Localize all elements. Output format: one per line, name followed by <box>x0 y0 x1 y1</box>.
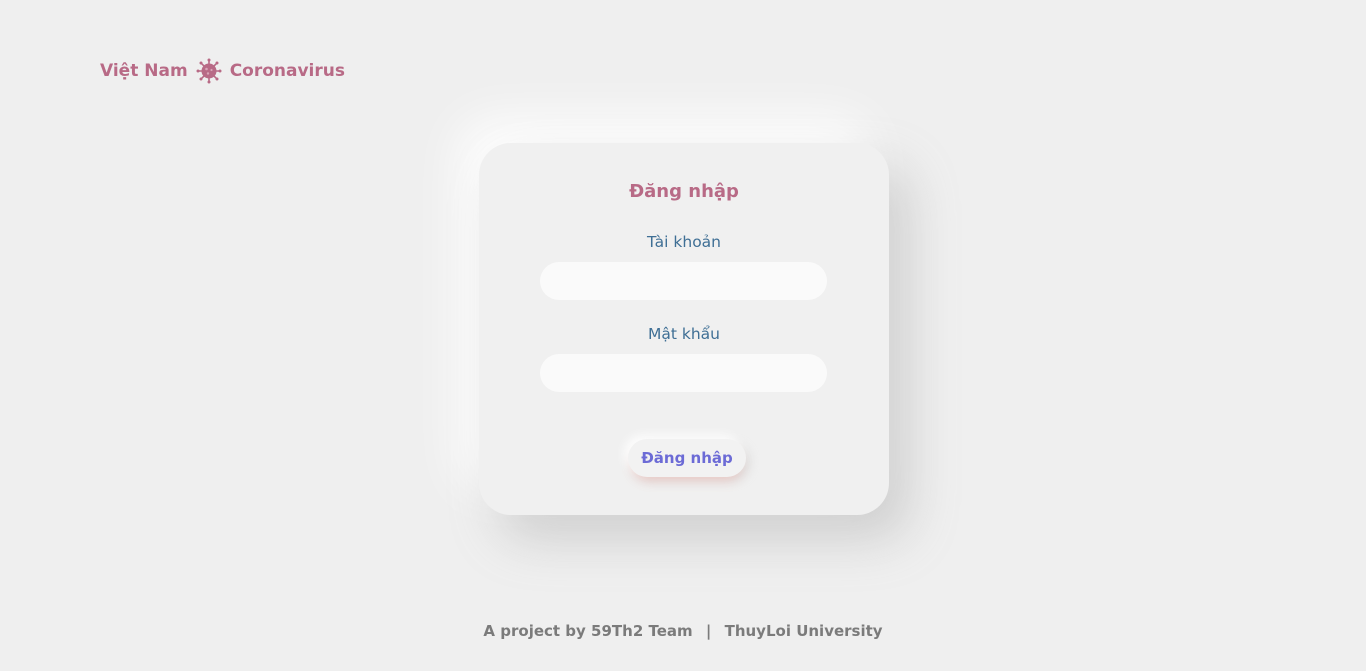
password-input[interactable] <box>540 354 827 392</box>
brand-text-coronavirus: Coronavirus <box>229 61 345 81</box>
brand-logo[interactable]: Việt Nam Coronavirus <box>100 57 345 85</box>
footer-separator: | <box>705 622 712 640</box>
brand-text-vietnam: Việt Nam <box>100 61 188 81</box>
footer: A project by 59Th2 Team | ThuyLoi Univer… <box>0 622 1366 640</box>
login-card: Đăng nhập Tài khoản Mật khẩu Đăng nhập <box>479 143 889 515</box>
username-label: Tài khoản <box>647 233 721 251</box>
footer-university: ThuyLoi University <box>724 622 883 640</box>
login-title: Đăng nhập <box>629 181 739 202</box>
username-input[interactable] <box>540 262 827 300</box>
virus-icon <box>196 58 222 84</box>
password-label: Mật khẩu <box>648 325 720 343</box>
footer-project-text: A project by 59Th2 Team <box>483 622 693 640</box>
login-button[interactable]: Đăng nhập <box>628 439 746 477</box>
